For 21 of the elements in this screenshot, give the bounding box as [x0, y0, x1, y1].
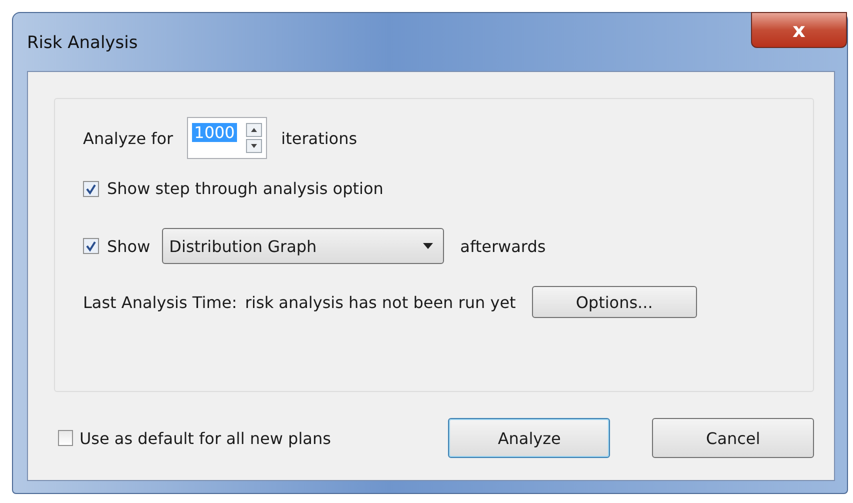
caret-icon [423, 243, 434, 249]
graph-dropdown[interactable]: Distribution Graph [162, 228, 444, 264]
spin-up-icon[interactable] [246, 123, 262, 137]
checkbox-label: Show step through analysis option [107, 179, 384, 198]
field-label: Analyze for [83, 128, 174, 148]
checkbox[interactable] [83, 238, 99, 254]
spin-down-icon[interactable] [246, 139, 262, 153]
checkbox-label: Use as default for all new plans [79, 428, 332, 448]
cancel-button[interactable]: Cancel [652, 418, 814, 458]
checkbox[interactable] [83, 180, 99, 196]
options-button[interactable]: Options... [532, 286, 697, 318]
close-button[interactable]: x [751, 12, 847, 48]
window-title: Risk Analysis [27, 33, 138, 53]
checkbox[interactable] [58, 430, 74, 446]
field-value: 1000 [192, 123, 237, 142]
status-text: risk analysis has not been run yet [244, 292, 516, 312]
checkbox-label: Show [107, 236, 150, 256]
status-label: Last Analysis Time: [83, 292, 237, 312]
suffix-label: afterwards [460, 236, 546, 256]
unit-label: iterations [281, 128, 358, 148]
analyze-button[interactable]: Analyze [448, 418, 610, 458]
